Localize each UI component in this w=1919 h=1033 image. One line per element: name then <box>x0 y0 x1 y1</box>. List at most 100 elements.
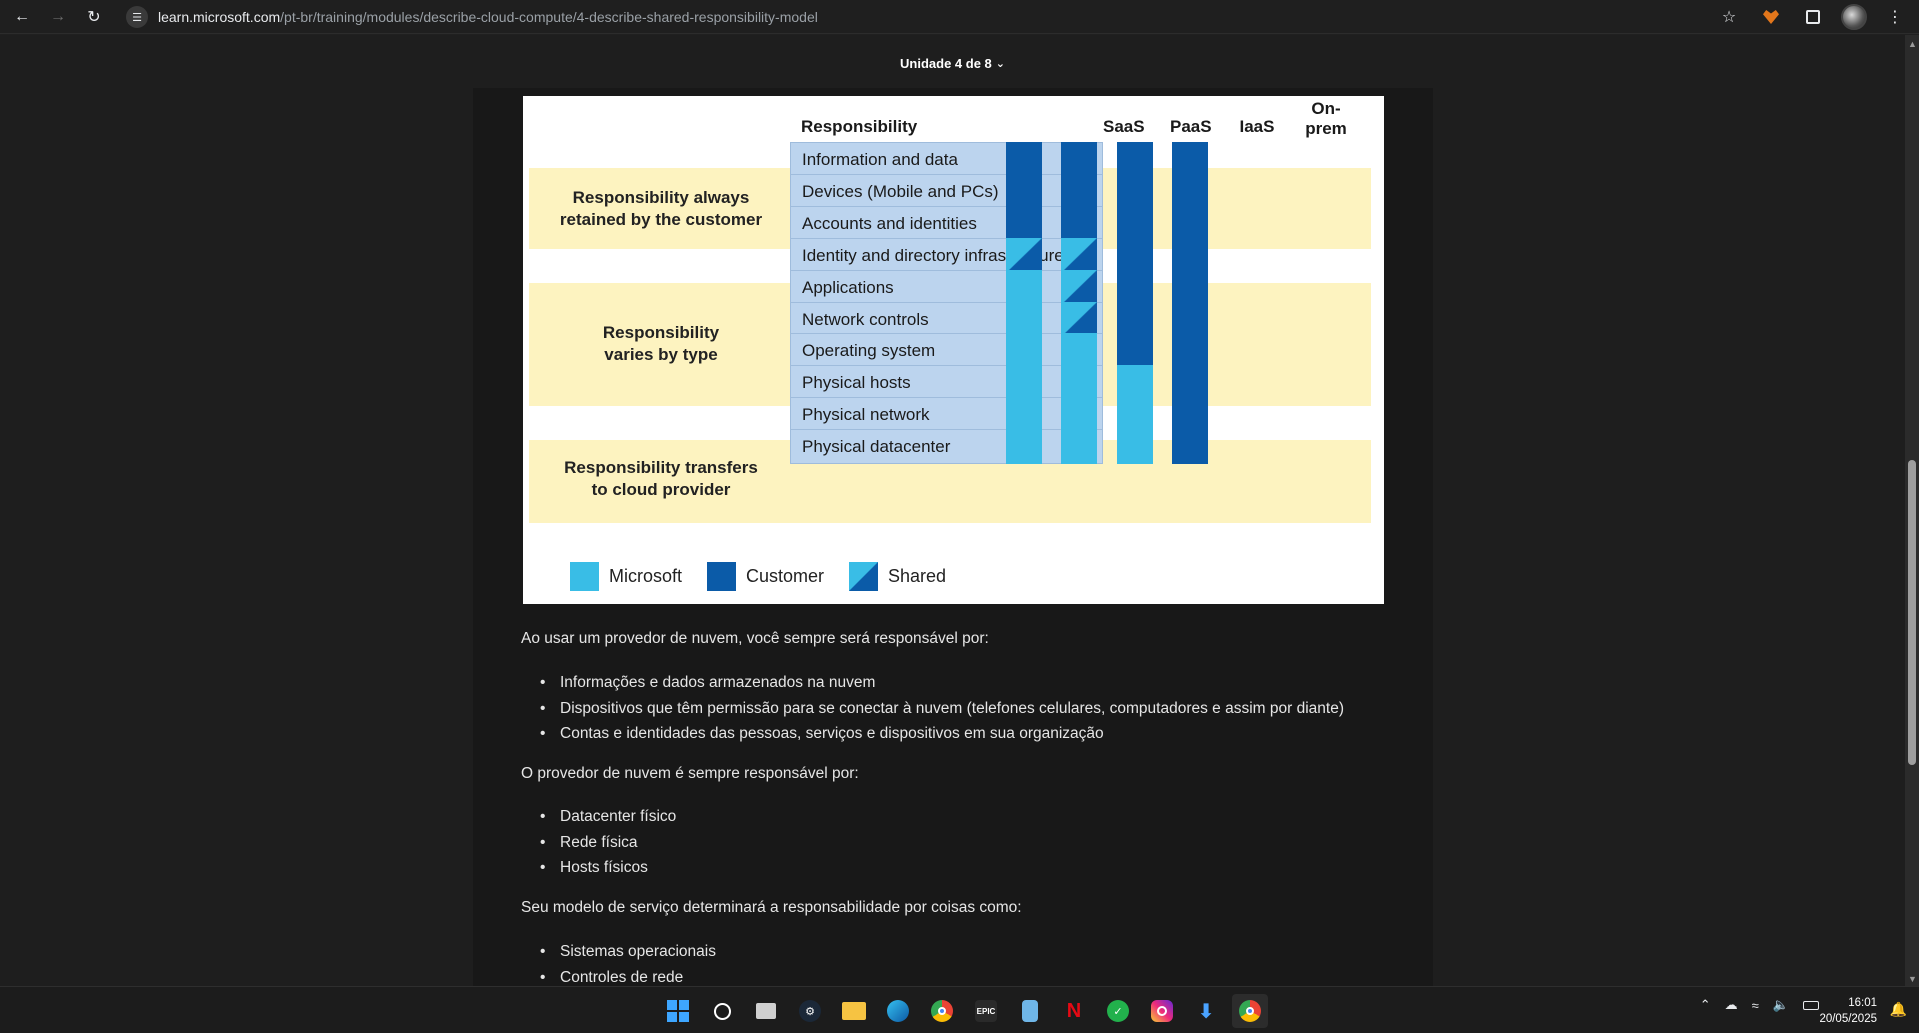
scroll-down-arrow-icon[interactable]: ▼ <box>1908 974 1917 984</box>
cell-microsoft <box>1061 365 1097 401</box>
wifi-icon[interactable]: ≈ <box>1752 998 1759 1013</box>
row-label: Information and data <box>790 142 1103 177</box>
cell-customer <box>1172 301 1208 337</box>
cell-shared <box>1061 237 1097 273</box>
header-iaas: IaaS <box>1239 117 1275 136</box>
row-label: Accounts and identities <box>790 205 1103 241</box>
legend-microsoft: Microsoft <box>570 562 682 591</box>
cell-customer <box>1172 173 1208 209</box>
group-label-line: Responsibility always <box>572 188 750 207</box>
bookmark-star-icon[interactable]: ☆ <box>1715 3 1743 31</box>
list-item: Contas e identidades das pessoas, serviç… <box>540 721 1344 747</box>
page-scrollbar[interactable]: ▲ ▼ <box>1905 35 1919 986</box>
download-manager-app[interactable]: ⬇ <box>1188 994 1224 1028</box>
steam-app[interactable]: ⚙ <box>792 994 828 1028</box>
download-arrow-icon: ⬇ <box>1197 1000 1215 1023</box>
row-label: Applications <box>790 269 1103 305</box>
paragraph-provider: O provedor de nuvem é sempre responsável… <box>521 765 859 782</box>
scroll-up-arrow-icon[interactable]: ▲ <box>1908 39 1917 49</box>
cell-customer <box>1117 173 1153 209</box>
cell-microsoft <box>1061 397 1097 433</box>
cell-customer <box>1172 397 1208 433</box>
chevron-up-icon[interactable]: ⌃ <box>1700 997 1711 1013</box>
chevron-down-icon: ⌄ <box>995 58 1005 70</box>
search-button[interactable] <box>704 994 740 1028</box>
cell-customer <box>1061 173 1097 209</box>
list-item: Sistemas operacionais <box>540 939 716 965</box>
start-button[interactable] <box>660 994 696 1028</box>
cell-shared <box>1061 301 1097 337</box>
metamask-extension-icon[interactable] <box>1757 3 1785 31</box>
cell-customer <box>1117 333 1153 369</box>
green-app[interactable]: ✓ <box>1100 994 1136 1028</box>
legend-swatch-microsoft <box>570 562 599 591</box>
cell-microsoft <box>1006 365 1042 401</box>
list-item: Hosts físicos <box>540 855 676 881</box>
instagram-app[interactable] <box>1144 994 1180 1028</box>
cell-customer <box>1061 205 1097 241</box>
cell-microsoft <box>1117 397 1153 433</box>
group-label-line: Responsibility <box>602 323 720 342</box>
arrow-left-icon: ← <box>14 7 30 25</box>
cell-microsoft <box>1006 301 1042 337</box>
cell-microsoft <box>1006 269 1042 305</box>
cell-microsoft <box>1006 333 1042 369</box>
cell-customer <box>1172 205 1208 241</box>
row-label: Network controls <box>790 301 1103 337</box>
menu-kebab-icon[interactable]: ⋮ <box>1881 3 1909 31</box>
profile-avatar[interactable] <box>1841 4 1867 30</box>
clock[interactable]: 16:01 20/05/2025 <box>1819 995 1877 1027</box>
paragraph-customer: Ao usar um provedor de nuvem, você sempr… <box>521 630 989 647</box>
url-path: /pt-br/training/modules/describe-cloud-c… <box>280 9 818 25</box>
group-label-customer: Responsibility always retained by the cus… <box>529 187 793 231</box>
list-item: Dispositivos que têm permissão para se c… <box>540 696 1344 722</box>
file-explorer-app[interactable] <box>836 994 872 1028</box>
cloud-offline-icon[interactable]: ☁ <box>1725 997 1738 1013</box>
netflix-app[interactable]: N <box>1056 994 1092 1028</box>
task-view-button[interactable] <box>748 994 784 1028</box>
legend-label: Customer <box>746 566 825 586</box>
speaker-icon[interactable]: 🔈 <box>1773 997 1789 1013</box>
windows-logo-icon <box>667 1000 689 1022</box>
legend-swatch-customer <box>707 562 736 591</box>
cell-customer <box>1117 301 1153 337</box>
edge-app[interactable] <box>880 994 916 1028</box>
group-label-line: to cloud provider <box>591 480 731 499</box>
reload-button[interactable]: ↻ <box>80 3 108 31</box>
list-service-model: Sistemas operacionais Controles de rede <box>540 939 716 990</box>
cell-customer <box>1172 333 1208 369</box>
list-customer: Informações e dados armazenados na nuvem… <box>540 670 1344 747</box>
site-info-icon[interactable]: ☰ <box>126 6 148 28</box>
cell-customer <box>1172 142 1208 177</box>
unit-navigation[interactable]: Unidade 4 de 8 ⌄ <box>0 56 1905 71</box>
notification-bell-icon[interactable]: 🔔 <box>1890 1001 1907 1018</box>
extensions-puzzle-icon[interactable] <box>1799 3 1827 31</box>
cell-customer <box>1006 142 1042 177</box>
epic-games-app[interactable]: EPIC <box>968 994 1004 1028</box>
chrome-active-app[interactable] <box>1232 994 1268 1028</box>
clock-date: 20/05/2025 <box>1819 1013 1877 1025</box>
unit-nav-label: Unidade 4 de 8 <box>900 56 992 71</box>
address-bar[interactable]: ☰ learn.microsoft.com/pt-br/training/mod… <box>126 4 818 30</box>
notepad-icon <box>1022 1000 1038 1022</box>
cell-customer <box>1172 237 1208 273</box>
green-app-icon: ✓ <box>1107 1000 1129 1022</box>
cell-microsoft <box>1061 429 1097 465</box>
epic-games-icon: EPIC <box>975 1000 997 1022</box>
list-item: Datacenter físico <box>540 804 676 830</box>
row-label: Physical network <box>790 397 1103 433</box>
edge-icon <box>887 1000 909 1022</box>
back-button[interactable]: ← <box>8 3 36 31</box>
cell-customer <box>1117 142 1153 177</box>
notepad-app[interactable] <box>1012 994 1048 1028</box>
forward-button[interactable]: → <box>44 3 72 31</box>
legend-customer: Customer <box>707 562 824 591</box>
clock-time: 16:01 <box>1848 997 1877 1009</box>
url-text[interactable]: learn.microsoft.com/pt-br/training/modul… <box>158 9 818 25</box>
chrome-app[interactable] <box>924 994 960 1028</box>
windows-taskbar: ⚙ EPIC N ✓ ⬇ ⌃ ☁ ≈ 🔈 16:01 20/05/2025 🔔 <box>0 986 1919 1033</box>
row-label: Physical datacenter <box>790 429 1103 465</box>
cell-customer <box>1061 142 1097 177</box>
battery-icon[interactable] <box>1803 1000 1819 1010</box>
scroll-thumb[interactable] <box>1908 460 1916 765</box>
